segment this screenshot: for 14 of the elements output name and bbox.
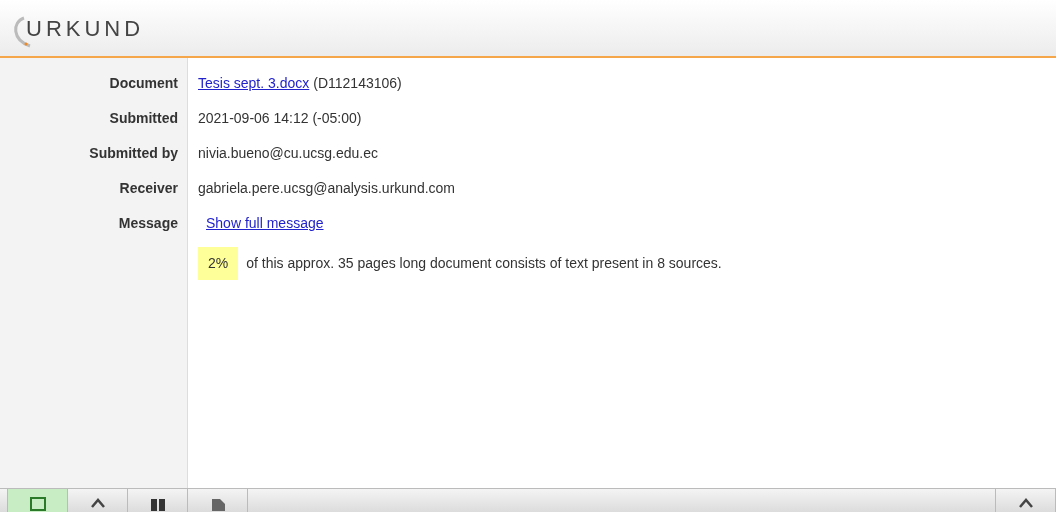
field-label: Receiver xyxy=(119,180,178,196)
field-value: nivia.bueno@cu.ucsg.edu.ec xyxy=(198,144,378,163)
percent-badge: 2% xyxy=(198,247,239,280)
logo-text: URKUND xyxy=(26,14,145,43)
field-value: (D112143106) xyxy=(313,74,402,93)
summary-text: of this approx. 35 pages long document consists of text present in 8 sources. xyxy=(246,254,722,273)
link[interactable]: Show full message xyxy=(206,213,324,234)
field-label: Submitted xyxy=(109,110,178,126)
field-label: Message xyxy=(118,215,178,231)
field-label: Submitted by xyxy=(89,145,178,161)
link[interactable]: Tesis sept. 3.docx xyxy=(198,73,310,94)
field-value: gabriela.pere.ucsg@analysis.urkund.com xyxy=(198,179,455,198)
field-value: 2021-09-06 14:12 (-05:00) xyxy=(198,109,362,128)
field-label: Document xyxy=(109,75,178,91)
